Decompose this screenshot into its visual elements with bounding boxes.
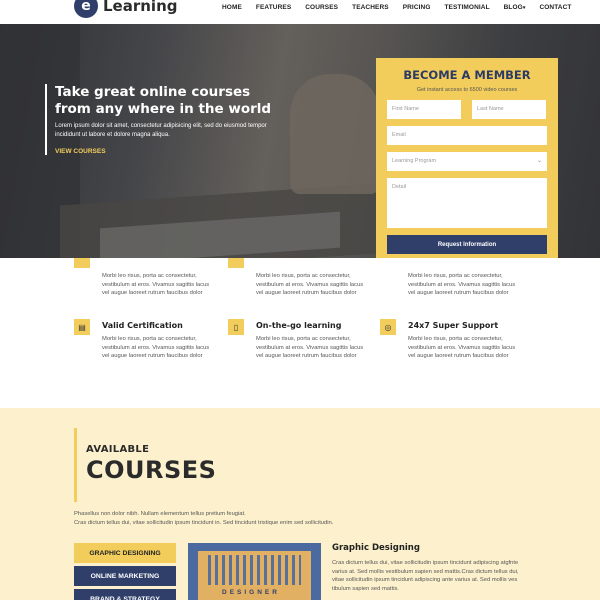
request-info-button[interactable]: Request Information xyxy=(387,235,547,254)
certificate-icon: ▤ xyxy=(74,319,90,335)
feature-text: Morbi leo risus, porta ac consectetur, v… xyxy=(102,273,210,296)
main-nav: HOME FEATURES COURSES TEACHERS PRICING T… xyxy=(222,4,585,11)
mobile-icon: ▯ xyxy=(228,319,244,335)
courses-desc-line: Phasellus non dolor nibh. Nullam element… xyxy=(74,511,246,517)
detail-textarea[interactable]: Detail xyxy=(387,178,547,228)
member-subtitle: Get instant access to 6500 video courses xyxy=(416,87,518,93)
feature-text: Morbi leo risus, porta ac consectetur, v… xyxy=(256,336,364,359)
course-image-word: DESIGNER xyxy=(222,589,280,596)
feature-title: On-the-go learning xyxy=(256,321,342,330)
nav-blog[interactable]: BLOG▾ xyxy=(504,4,526,11)
courses-description: Phasellus non dolor nibh. Nullam element… xyxy=(74,510,394,527)
nav-blog-label: BLOG xyxy=(503,4,523,11)
nav-features[interactable]: FEATURES xyxy=(256,4,291,11)
logo-text: Learning xyxy=(103,0,178,15)
member-form: BECOME A MEMBER Get instant access to 65… xyxy=(376,58,558,270)
feature-title: 24x7 Super Support xyxy=(408,321,499,330)
program-select[interactable]: Learning Program ⌄ xyxy=(387,152,547,171)
course-image-rays xyxy=(208,555,301,585)
course-text: Cras dictum tellus dui, vitae sollicitud… xyxy=(332,560,519,592)
nav-pricing[interactable]: PRICING xyxy=(403,4,431,11)
program-select-value: Learning Program xyxy=(387,152,547,171)
features-section: Morbi leo risus, porta ac consectetur, v… xyxy=(0,258,600,408)
courses-section: AVAILABLE COURSES Phasellus non dolor ni… xyxy=(0,408,600,600)
hero-description: Lorem ipsum dolor sit amet, consectetur … xyxy=(55,123,267,138)
feature-text: Morbi leo risus, porta ac consectetur, v… xyxy=(256,273,364,296)
nav-contact[interactable]: CONTACT xyxy=(539,4,571,11)
logo[interactable]: e Learning xyxy=(74,0,178,18)
course-category-list: GRAPHIC DESIGNING ONLINE MARKETING BRAND… xyxy=(74,543,176,600)
course-image: DESIGNER xyxy=(188,543,321,600)
hero-text-block: Take great online courses from any where… xyxy=(45,84,275,155)
chevron-down-icon: ⌄ xyxy=(536,158,542,164)
course-info: Graphic Designing Cras dictum tellus dui… xyxy=(332,543,522,593)
nav-courses[interactable]: COURSES xyxy=(305,4,338,11)
category-graphic-designing[interactable]: GRAPHIC DESIGNING xyxy=(74,543,176,563)
view-courses-link[interactable]: VIEW COURSES xyxy=(55,148,275,155)
feature-title: Valid Certification xyxy=(102,321,183,330)
hero-title: Take great online courses from any where… xyxy=(55,84,272,117)
email-input[interactable]: Email xyxy=(387,126,547,145)
lifebuoy-icon: ◎ xyxy=(380,319,396,335)
feature-icon xyxy=(74,258,90,268)
feature-text: Morbi leo risus, porta ac consectetur, v… xyxy=(408,273,516,296)
logo-badge: e xyxy=(74,0,98,18)
feature-text: Morbi leo risus, porta ac consectetur, v… xyxy=(102,336,210,359)
caret-down-icon: ▾ xyxy=(522,5,526,11)
feature-text: Morbi leo risus, porta ac consectetur, v… xyxy=(408,336,516,359)
site-header: e Learning HOME FEATURES COURSES TEACHER… xyxy=(0,0,600,24)
feature-icon xyxy=(228,258,244,268)
last-name-input[interactable]: Last Name xyxy=(472,100,546,119)
courses-desc-line: Cras dictum tellus dui, vitae sollicitud… xyxy=(74,519,334,526)
member-title: BECOME A MEMBER xyxy=(403,68,531,82)
nav-home[interactable]: HOME xyxy=(222,4,242,11)
nav-testimonial[interactable]: TESTIMONIAL xyxy=(444,4,489,11)
first-name-input[interactable]: First Name xyxy=(387,100,461,119)
category-brand-strategy[interactable]: BRAND & STRATEGY xyxy=(74,589,176,600)
courses-title: COURSES xyxy=(86,456,217,484)
course-name: Graphic Designing xyxy=(332,543,420,553)
category-online-marketing[interactable]: ONLINE MARKETING xyxy=(74,566,176,586)
nav-teachers[interactable]: TEACHERS xyxy=(352,4,389,11)
courses-heading: AVAILABLE COURSES xyxy=(74,428,216,502)
courses-kicker: AVAILABLE xyxy=(86,444,150,455)
